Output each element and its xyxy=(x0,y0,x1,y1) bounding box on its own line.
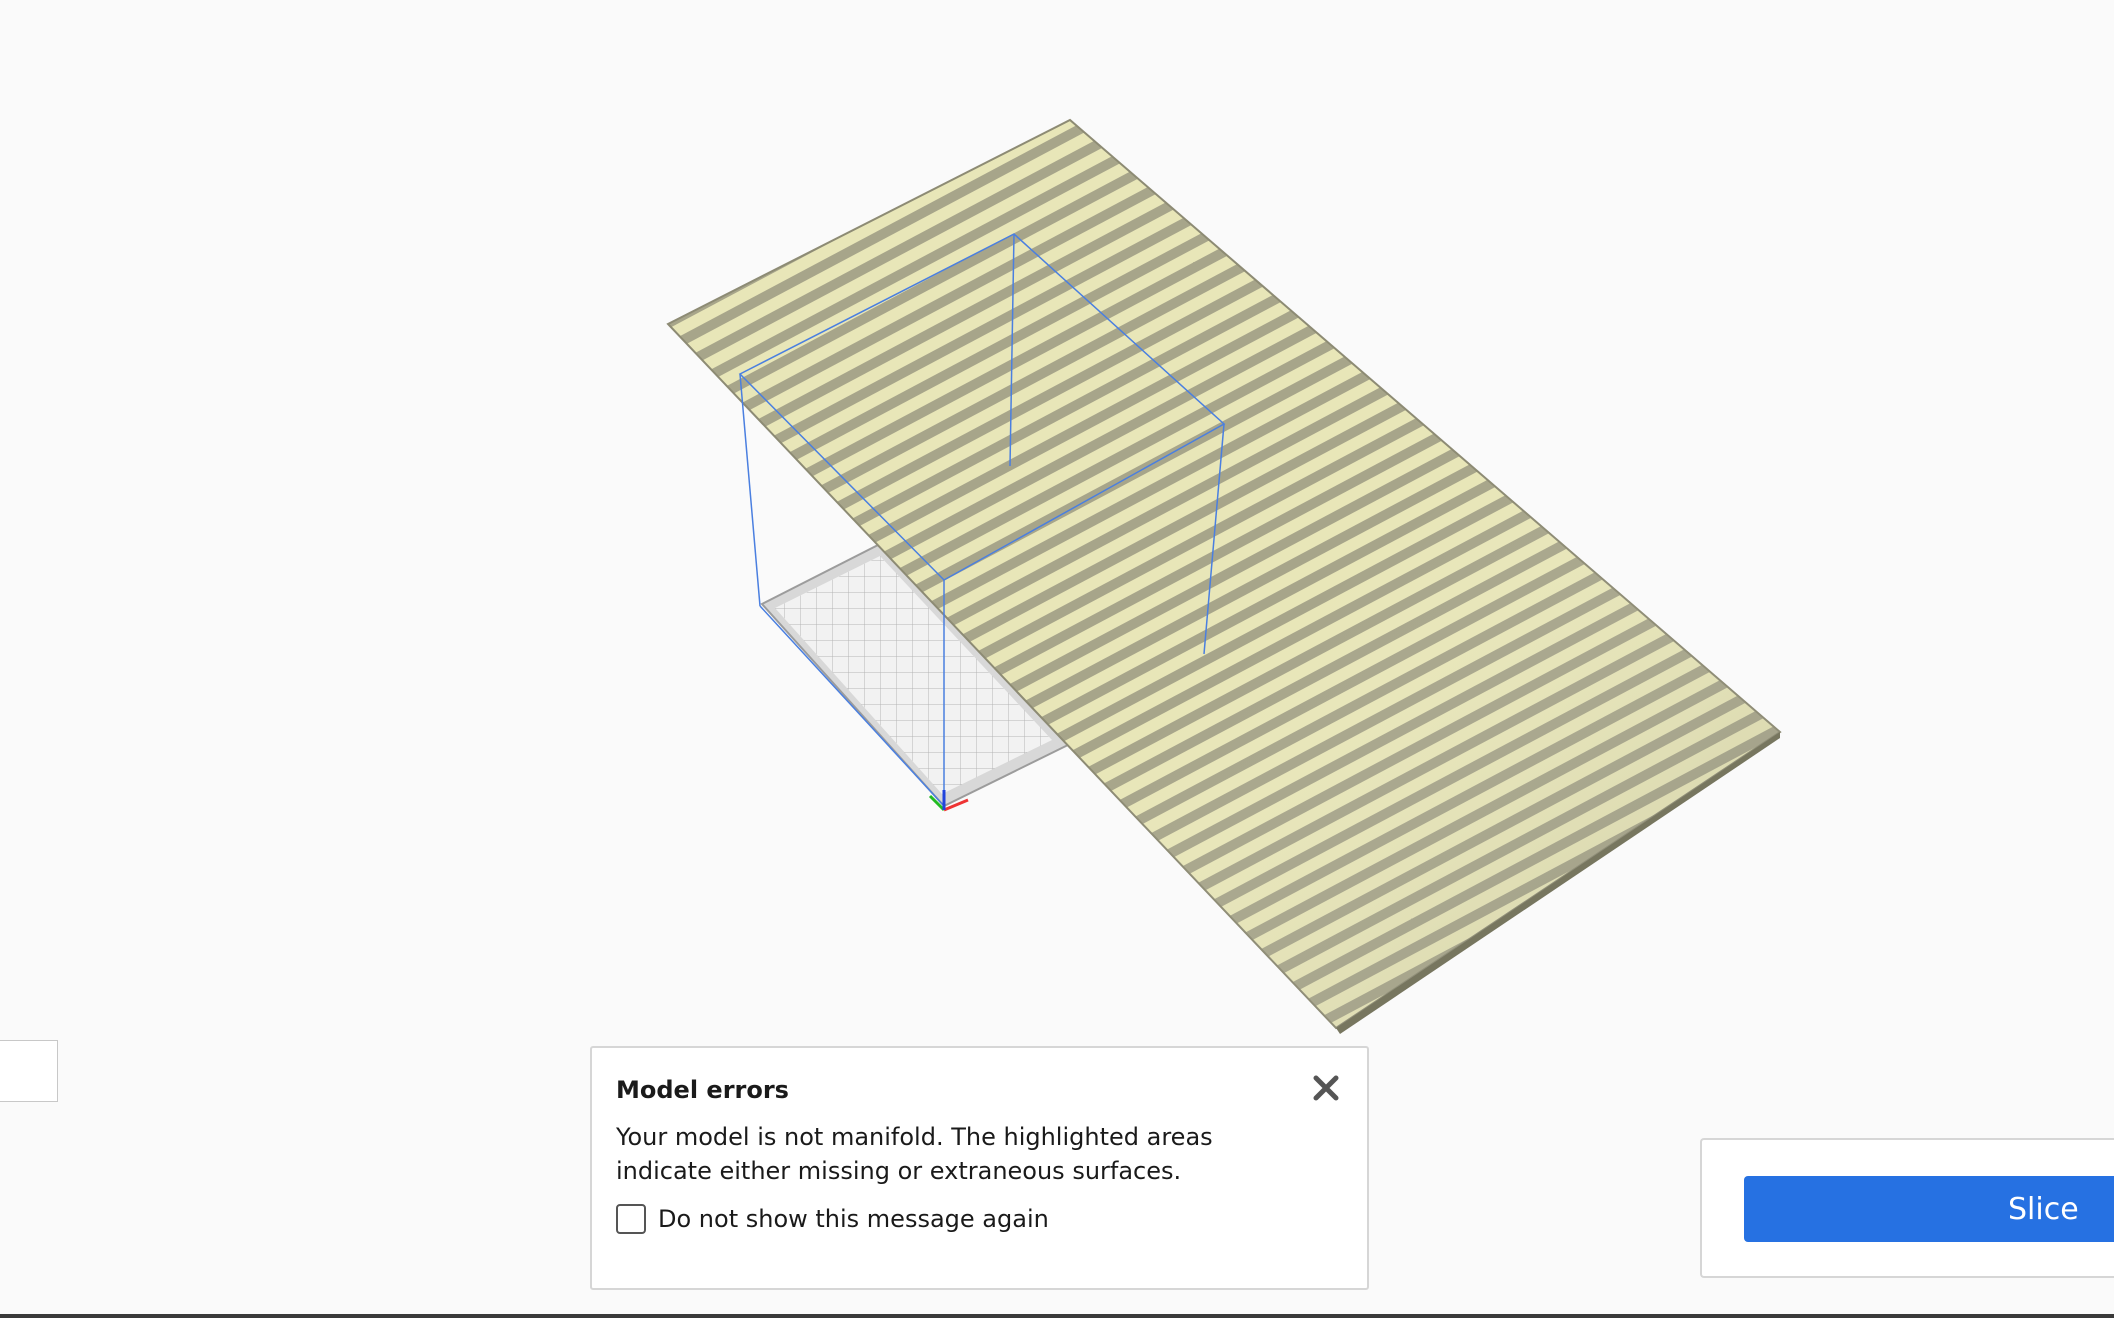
bottom-edge xyxy=(0,1314,2114,1318)
checkbox-label: Do not show this message again xyxy=(658,1205,1049,1233)
do-not-show-checkbox[interactable] xyxy=(616,1204,646,1234)
3d-viewport[interactable]: Model errors Your model is not manifold.… xyxy=(0,0,2114,1318)
close-icon[interactable] xyxy=(1308,1070,1344,1106)
slice-panel: Slice xyxy=(1700,1138,2114,1278)
do-not-show-again-option[interactable]: Do not show this message again xyxy=(616,1202,1049,1236)
dialog-title: Model errors xyxy=(616,1076,789,1104)
model-errors-dialog: Model errors Your model is not manifold.… xyxy=(590,1046,1369,1290)
side-panel-edge[interactable] xyxy=(0,1040,58,1102)
slice-button[interactable]: Slice xyxy=(1744,1176,2114,1242)
error-message: Your model is not manifold. The highligh… xyxy=(616,1123,1213,1185)
